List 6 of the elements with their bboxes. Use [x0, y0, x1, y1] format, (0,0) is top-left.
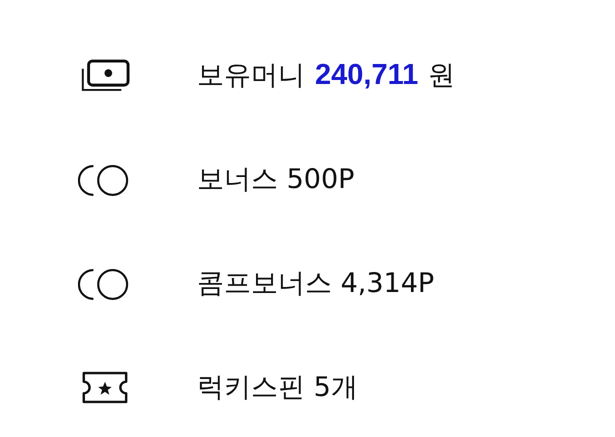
currency-unit: 원 [428, 59, 456, 93]
balance-label: 럭키스핀 5개 [197, 371, 358, 405]
balance-amount: 240,711 [315, 59, 418, 92]
balance-label: 보유머니 [197, 59, 305, 93]
balance-label: 콤프보너스 4,314P [197, 267, 434, 301]
balance-label: 보너스 500P [197, 163, 354, 197]
